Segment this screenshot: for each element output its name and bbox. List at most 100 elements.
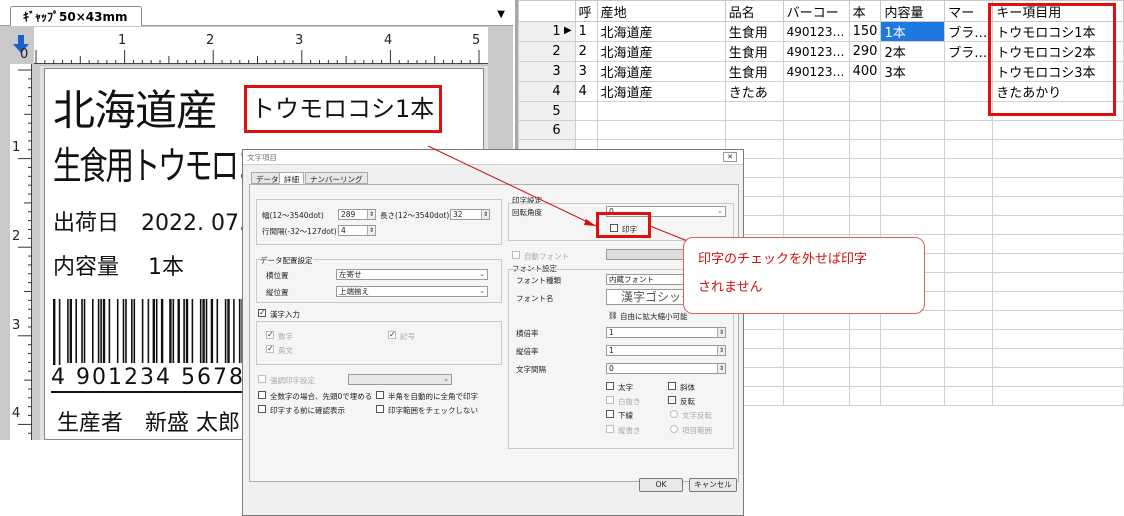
italic-checkbox[interactable] [668,382,676,390]
table-cell[interactable] [880,367,946,387]
no-range-check-checkbox[interactable] [376,405,384,413]
table-cell[interactable] [848,120,882,140]
table-cell[interactable] [944,81,994,102]
grid-header-cell[interactable]: バーコー [782,0,850,22]
table-cell[interactable] [848,348,882,368]
table-cell[interactable] [944,348,994,368]
table-cell[interactable] [992,386,1124,406]
length-spin-icon[interactable]: ⇕ [481,210,489,219]
table-cell[interactable] [782,367,850,387]
row-number-cell[interactable]: 5 [518,101,576,121]
bold-checkbox[interactable] [606,382,614,390]
label-ship-date-text[interactable]: 出荷日 2022. 07. [53,205,246,237]
label-producer-text[interactable]: 生産者 新盛 太郎 [57,405,240,437]
table-cell[interactable]: 490123… [782,41,850,62]
auto-font-checkbox[interactable] [512,251,520,259]
table-cell[interactable] [992,177,1124,197]
table-cell[interactable] [782,215,850,235]
grid-header-cell[interactable]: マー [944,0,994,22]
barcode-image[interactable] [51,299,271,371]
h-scale-input[interactable]: 1 ⇕ [606,327,726,338]
h-position-select[interactable]: 左寄せ ⌄ [336,269,488,280]
table-cell[interactable] [782,81,850,102]
width-spin-icon[interactable]: ⇕ [367,210,375,219]
label-volume-text[interactable]: 内容量 1本 [53,249,184,281]
table-cell[interactable]: 490123… [782,61,850,82]
table-cell[interactable] [992,120,1124,140]
row-number-cell[interactable]: 4 [518,81,576,102]
table-cell[interactable]: 北海道産 [596,21,726,42]
table-cell[interactable] [992,215,1124,235]
table-cell[interactable] [574,120,598,140]
grid-header-cell[interactable] [518,0,576,22]
table-cell[interactable] [848,386,882,406]
v-scale-input[interactable]: 1 ⇕ [606,345,726,356]
table-cell[interactable]: 3本 [880,61,946,82]
symbols-checkbox[interactable] [388,330,396,339]
table-cell[interactable] [992,367,1124,387]
table-cell[interactable] [848,196,882,216]
table-cell[interactable]: 2 [574,41,598,62]
force-print-select[interactable]: ⌄ [348,374,452,385]
table-cell[interactable]: 1本 [880,21,946,42]
table-cell[interactable] [992,272,1124,292]
grid-header-cell[interactable]: 産地 [596,0,726,22]
table-cell[interactable] [848,177,882,197]
table-cell[interactable] [992,291,1124,311]
tab-detail[interactable]: 詳細 [279,172,304,184]
table-cell[interactable] [782,196,850,216]
fill-zero-checkbox[interactable] [258,391,266,399]
table-cell[interactable]: 1 [574,21,598,42]
table-cell[interactable] [944,215,994,235]
table-cell[interactable]: ブラ… [944,21,994,42]
table-cell[interactable] [848,215,882,235]
table-cell[interactable] [782,101,850,121]
item-range-radio[interactable] [670,425,678,433]
v-scale-spin-icon[interactable]: ⇕ [717,346,725,355]
table-row[interactable]: 6 [518,120,1124,140]
table-cell[interactable] [992,329,1124,349]
table-cell[interactable]: 生食用 [724,61,784,82]
grid-header-cell[interactable]: 本 [848,0,882,22]
char-invert-radio[interactable] [670,410,678,418]
table-cell[interactable] [944,101,994,121]
table-cell[interactable] [848,158,882,178]
table-cell[interactable] [992,310,1124,330]
table-cell[interactable] [880,158,946,178]
table-cell[interactable] [724,120,784,140]
table-cell[interactable] [992,234,1124,254]
line-spacing-spin-icon[interactable]: ⇕ [367,226,375,235]
table-cell[interactable] [992,158,1124,178]
table-cell[interactable] [782,139,850,159]
table-cell[interactable] [944,139,994,159]
confirm-before-print-checkbox[interactable] [258,405,266,413]
table-cell[interactable] [992,253,1124,273]
table-cell[interactable] [944,310,994,330]
table-cell[interactable] [782,348,850,368]
row-number-cell[interactable]: 2 [518,41,576,62]
table-cell[interactable] [880,81,946,102]
auto-fullwidth-checkbox[interactable] [376,391,384,399]
table-cell[interactable] [880,101,946,121]
char-spacing-spin-icon[interactable]: ⇕ [717,364,725,373]
table-cell[interactable] [944,234,994,254]
table-cell[interactable] [944,367,994,387]
table-cell[interactable] [944,272,994,292]
table-cell[interactable] [992,196,1124,216]
grid-header-cell[interactable]: 呼 [574,0,598,22]
cancel-button[interactable]: キャンセル [689,478,737,492]
table-cell[interactable]: 生食用 [724,41,784,62]
ok-button[interactable]: OK [639,478,683,492]
table-cell[interactable] [848,367,882,387]
grid-header-cell[interactable]: 内容量 [880,0,946,22]
table-cell[interactable] [848,81,882,102]
table-cell[interactable] [944,196,994,216]
table-cell[interactable] [782,120,850,140]
grid-header-cell[interactable]: 品名 [724,0,784,22]
table-cell[interactable] [944,253,994,273]
h-scale-spin-icon[interactable]: ⇕ [717,328,725,337]
tab-numbering[interactable]: ナンバーリング [305,172,368,184]
force-print-checkbox[interactable] [258,375,266,383]
table-cell[interactable]: 400 [848,61,882,82]
table-cell[interactable] [880,196,946,216]
